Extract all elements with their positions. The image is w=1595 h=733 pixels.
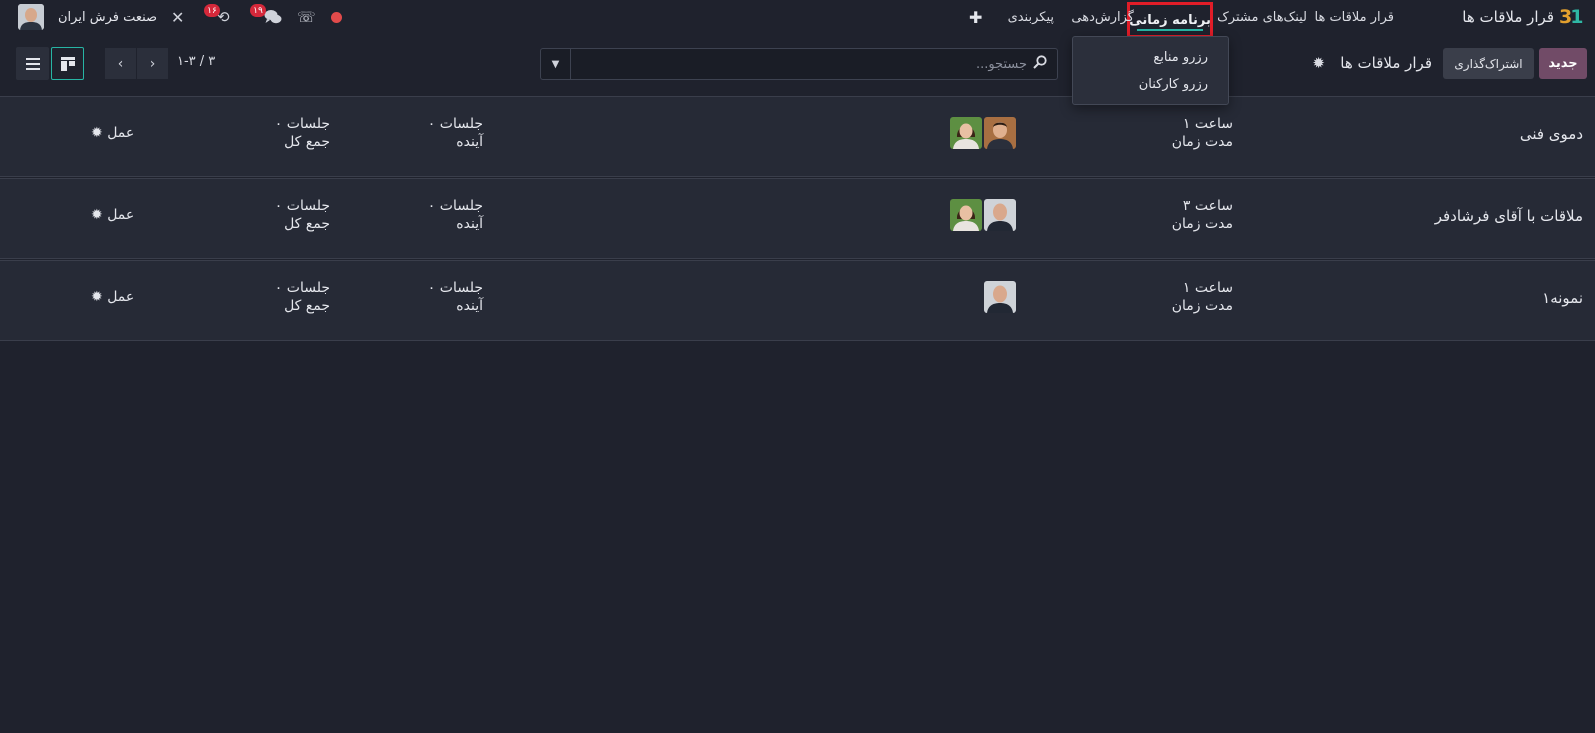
dropdown-item-resource-booking[interactable]: رزرو منابع [1153,50,1208,65]
page-title: قرار ملاقات ها [1340,54,1432,72]
appointment-name[interactable]: نمونه۱ [1542,289,1583,307]
list-icon [25,57,40,70]
tools-icon[interactable]: ✕ [171,0,184,34]
gear-icon: ✹ [91,289,103,305]
bald-man-avatar-icon[interactable] [984,199,1016,231]
chat-icon[interactable] [264,0,282,34]
chevron-right-icon: › [149,55,156,72]
duration-cell: ۱ ساعت مدت زمان [1172,115,1233,151]
user-avatar-icon [18,4,44,30]
total-value: ۰ جلسات [274,198,330,214]
control-panel: جدید اشتراک‌گذاری قرار ملاقات ها ✹ ▼ ۱-۳… [0,40,1595,96]
messages-badge: ۱۹ [250,4,266,17]
duration-value: ۱ ساعت [1182,280,1233,296]
chevron-left-icon: ‹ [117,55,124,72]
woman-avatar-icon[interactable] [950,117,982,149]
duration-cell: ۳ ساعت مدت زمان [1172,197,1233,233]
activity-badge: ۱۶ [204,4,220,17]
dropdown-item-staff-booking[interactable]: رزرو کارکنان [1139,77,1208,92]
staff-avatars [947,117,1016,149]
staff-avatars [947,281,1016,313]
action-button[interactable]: ✹ عمل [91,207,134,223]
pager-prev-button[interactable]: ‹ [105,48,136,79]
action-button[interactable]: ✹ عمل [91,289,134,305]
upcoming-cell: ۰ جلسات آینده [428,115,483,151]
total-value: ۰ جلسات [274,116,330,132]
duration-value: ۱ ساعت [1182,116,1233,132]
menu-configuration[interactable]: پیکربندی [1008,0,1054,34]
gear-icon: ✹ [91,207,103,223]
upcoming-label: آینده [456,298,483,314]
search-input[interactable] [572,49,1057,79]
list-item[interactable]: دموی فنی ۱ ساعت مدت زمان ۰ جلسات آینده ۰… [0,96,1595,177]
upcoming-label: آینده [456,216,483,232]
app-logo-icon[interactable]: 31 [1559,4,1585,30]
share-button[interactable]: اشتراک‌گذاری [1443,48,1534,79]
menu-appointments[interactable]: قرار ملاقات ها [1315,0,1395,34]
kanban-icon [60,56,75,71]
record-dot-icon[interactable] [331,0,342,34]
duration-cell: ۱ ساعت مدت زمان [1172,279,1233,315]
chat-bubbles-svg [264,10,282,24]
upcoming-cell: ۰ جلسات آینده [428,279,483,315]
search-box: ▼ [540,48,1058,80]
total-label: جمع کل [284,134,330,150]
total-cell: ۰ جلسات جمع کل [275,115,330,151]
app-name[interactable]: قرار ملاقات ها [1462,0,1554,34]
woman-avatar-icon[interactable] [950,199,982,231]
menu-shared-links[interactable]: لینک‌های مشترک [1217,0,1307,34]
duration-label: مدت زمان [1171,216,1233,232]
upcoming-value: ۰ جلسات [427,280,483,296]
total-value: ۰ جلسات [274,280,330,296]
total-cell: ۰ جلسات جمع کل [275,279,330,315]
list-item[interactable]: ملاقات با آقای فرشادفر ۳ ساعت مدت زمان ۰… [0,178,1595,259]
pager-value[interactable]: ۱-۳ / ۳ [177,54,215,69]
pager-next-button[interactable]: › [137,48,168,79]
duration-label: مدت زمان [1171,134,1233,150]
duration-label: مدت زمان [1171,298,1233,314]
action-label: عمل [107,125,135,141]
phone-icon[interactable]: ☏ [297,0,316,34]
bald-man-avatar-icon[interactable] [984,281,1016,313]
plus-icon[interactable]: ✚ [969,0,982,34]
appointment-name[interactable]: دموی فنی [1520,125,1583,143]
action-label: عمل [107,207,135,223]
upcoming-value: ۰ جلسات [427,198,483,214]
gear-icon: ✹ [91,125,103,141]
menu-scheduling[interactable]: برنامه زمانی [1127,2,1213,38]
user-avatar[interactable] [18,4,44,30]
list-view-button[interactable] [16,47,49,80]
gear-icon[interactable]: ✹ [1312,54,1325,72]
duration-value: ۳ ساعت [1182,198,1233,214]
record-dot [331,11,342,23]
kanban-view-button[interactable] [51,47,84,80]
action-label: عمل [107,289,135,305]
new-button[interactable]: جدید [1539,48,1587,79]
menu-reporting[interactable]: گزارش‌دهی [1071,0,1134,34]
total-cell: ۰ جلسات جمع کل [275,197,330,233]
upcoming-label: آینده [456,134,483,150]
activity-clock-icon[interactable]: ⟲ [217,0,230,34]
upcoming-value: ۰ جلسات [427,116,483,132]
appointment-name[interactable]: ملاقات با آقای فرشادفر [1435,207,1583,225]
upcoming-cell: ۰ جلسات آینده [428,197,483,233]
total-label: جمع کل [284,216,330,232]
man-avatar-icon[interactable] [984,117,1016,149]
list-item[interactable]: نمونه۱ ۱ ساعت مدت زمان ۰ جلسات آینده ۰ ج… [0,260,1595,341]
staff-avatars [947,199,1016,231]
company-switcher[interactable]: صنعت فرش ایران [58,0,157,34]
top-navbar: 31 قرار ملاقات ها قرار ملاقات ها لینک‌ها… [0,0,1595,38]
total-label: جمع کل [284,298,330,314]
search-options-toggle[interactable]: ▼ [541,49,571,79]
search-icon [1033,55,1047,73]
scheduling-dropdown: رزرو منابع رزرو کارکنان [1072,36,1229,105]
action-button[interactable]: ✹ عمل [91,125,134,141]
